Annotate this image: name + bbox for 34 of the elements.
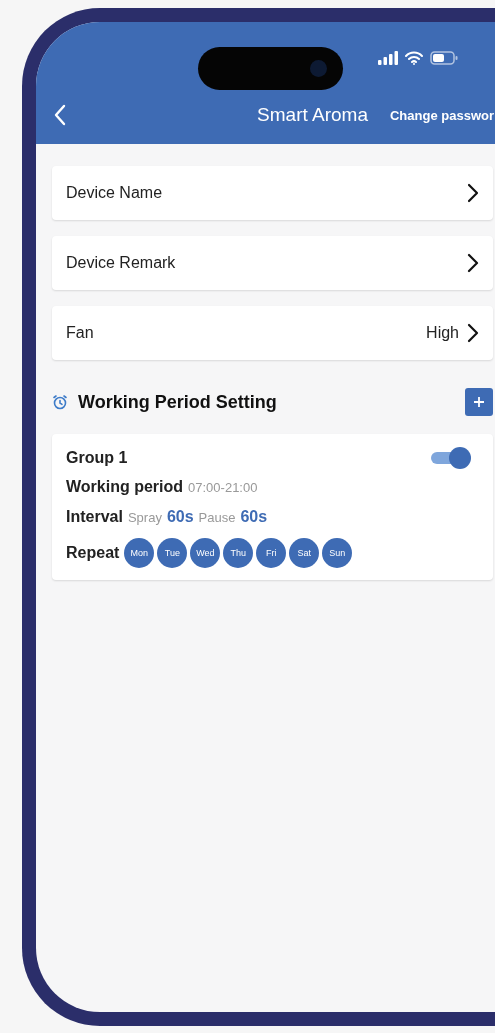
back-button[interactable] (54, 104, 66, 126)
toggle-switch[interactable] (431, 447, 471, 469)
setting-row[interactable]: Device Name (52, 166, 493, 220)
day-chip[interactable]: Thu (223, 538, 254, 568)
field-label: Interval (66, 508, 123, 526)
alarm-clock-icon (52, 394, 68, 410)
signal-icon (378, 51, 398, 65)
chevron-right-icon (467, 183, 479, 203)
group-name: Group 1 (66, 449, 128, 467)
day-chip[interactable]: Wed (190, 538, 221, 568)
day-chip[interactable]: Sat (289, 538, 320, 568)
day-chip[interactable]: Mon (124, 538, 155, 568)
field-label: Repeat (66, 544, 120, 562)
change-password-link[interactable]: Change passwor (389, 107, 494, 123)
pause-value: 60s (240, 508, 268, 526)
add-button[interactable] (465, 388, 493, 416)
battery-icon (430, 51, 458, 65)
chevron-right-icon (467, 323, 479, 343)
spray-value: 60s (166, 508, 194, 526)
period-value: 07:00-21:00 (188, 480, 258, 495)
day-chip[interactable]: Tue (157, 538, 188, 568)
section-title: Working Period Setting (78, 391, 278, 413)
setting-row[interactable]: Device Remark (52, 236, 493, 290)
back-icon (54, 104, 66, 126)
day-chip[interactable]: Fri (256, 538, 287, 568)
chevron-right-icon (467, 253, 479, 273)
plus-icon (473, 396, 485, 408)
screen-title: Smart Aroma (257, 104, 368, 126)
day-chip[interactable]: Sun (322, 538, 353, 568)
setting-row[interactable]: Fan High (52, 306, 493, 360)
pause-label: Pause (198, 510, 236, 525)
field-label: Working period (66, 478, 184, 496)
spray-label: Spray (127, 510, 162, 525)
wifi-icon (405, 51, 423, 65)
